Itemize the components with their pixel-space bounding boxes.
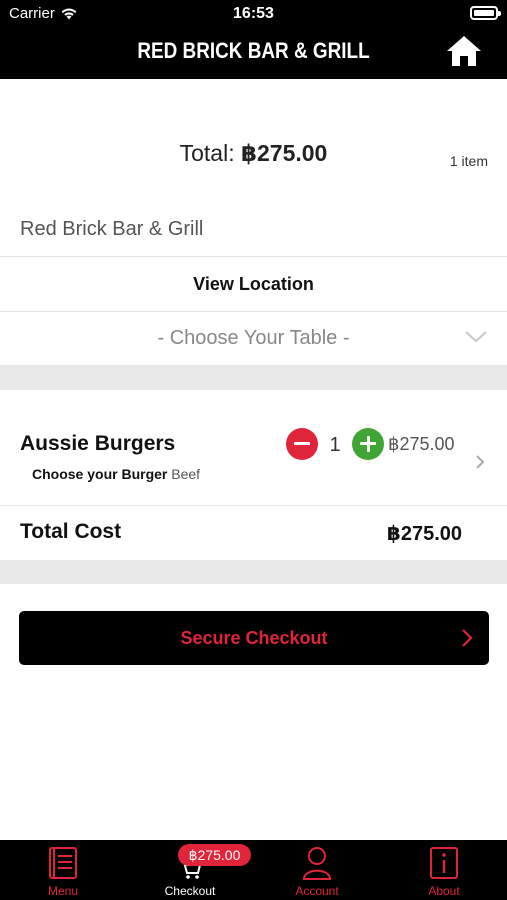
info-icon bbox=[430, 847, 458, 879]
total-cost-value: ฿275.00 bbox=[386, 523, 462, 545]
tab-about[interactable]: About bbox=[381, 840, 507, 900]
order-total: Total: ฿275.00 bbox=[0, 140, 507, 167]
home-icon bbox=[447, 36, 481, 66]
chevron-down-icon bbox=[465, 331, 487, 343]
tab-about-label: About bbox=[428, 884, 460, 898]
item-option: Choose your Burger Beef bbox=[32, 466, 200, 482]
section-separator bbox=[0, 560, 507, 584]
total-amount: ฿275.00 bbox=[241, 140, 328, 166]
tab-checkout-label: Checkout bbox=[164, 884, 216, 898]
chevron-right-icon[interactable] bbox=[475, 454, 485, 470]
status-bar: Carrier 16:53 bbox=[0, 0, 507, 28]
tab-account-label: Account bbox=[295, 884, 339, 898]
home-button[interactable] bbox=[445, 34, 483, 68]
item-price: ฿275.00 bbox=[388, 434, 455, 454]
secure-checkout-label: Secure Checkout bbox=[180, 628, 328, 648]
item-count: 1 item bbox=[449, 153, 488, 169]
decrease-quantity-button[interactable] bbox=[286, 428, 318, 460]
table-select-placeholder: - Choose Your Table - bbox=[157, 327, 350, 349]
account-icon bbox=[302, 847, 332, 880]
total-label: Total: bbox=[179, 140, 235, 166]
battery-icon bbox=[470, 6, 501, 20]
increase-quantity-button[interactable] bbox=[352, 428, 384, 460]
item-option-value: Beef bbox=[171, 466, 201, 482]
chevron-right-icon bbox=[462, 629, 473, 647]
tab-menu[interactable]: Menu bbox=[0, 840, 126, 900]
item-name: Aussie Burgers bbox=[20, 432, 176, 455]
tab-menu-label: Menu bbox=[47, 884, 79, 898]
total-cost-label: Total Cost bbox=[20, 520, 122, 543]
item-quantity: 1 bbox=[329, 434, 341, 456]
table-select[interactable]: - Choose Your Table - bbox=[0, 312, 507, 365]
divider bbox=[0, 256, 507, 257]
section-separator bbox=[0, 365, 507, 390]
secure-checkout-button[interactable]: Secure Checkout bbox=[19, 611, 489, 665]
cart-total-badge: ฿275.00 bbox=[178, 844, 251, 866]
tab-account[interactable]: Account bbox=[254, 840, 380, 900]
status-time: 16:53 bbox=[233, 5, 274, 22]
item-option-label: Choose your Burger bbox=[32, 466, 168, 482]
venue-name: Red Brick Bar & Grill bbox=[20, 218, 204, 240]
menu-book-icon bbox=[49, 847, 77, 879]
tab-bar: Menu Checkout Account About bbox=[0, 840, 507, 900]
divider bbox=[0, 505, 507, 506]
top-bar: Carrier 16:53 RED BRICK BAR & GRILL bbox=[0, 0, 507, 79]
view-location-button[interactable]: View Location bbox=[0, 258, 507, 311]
page-title: RED BRICK BAR & GRILL bbox=[137, 38, 370, 63]
